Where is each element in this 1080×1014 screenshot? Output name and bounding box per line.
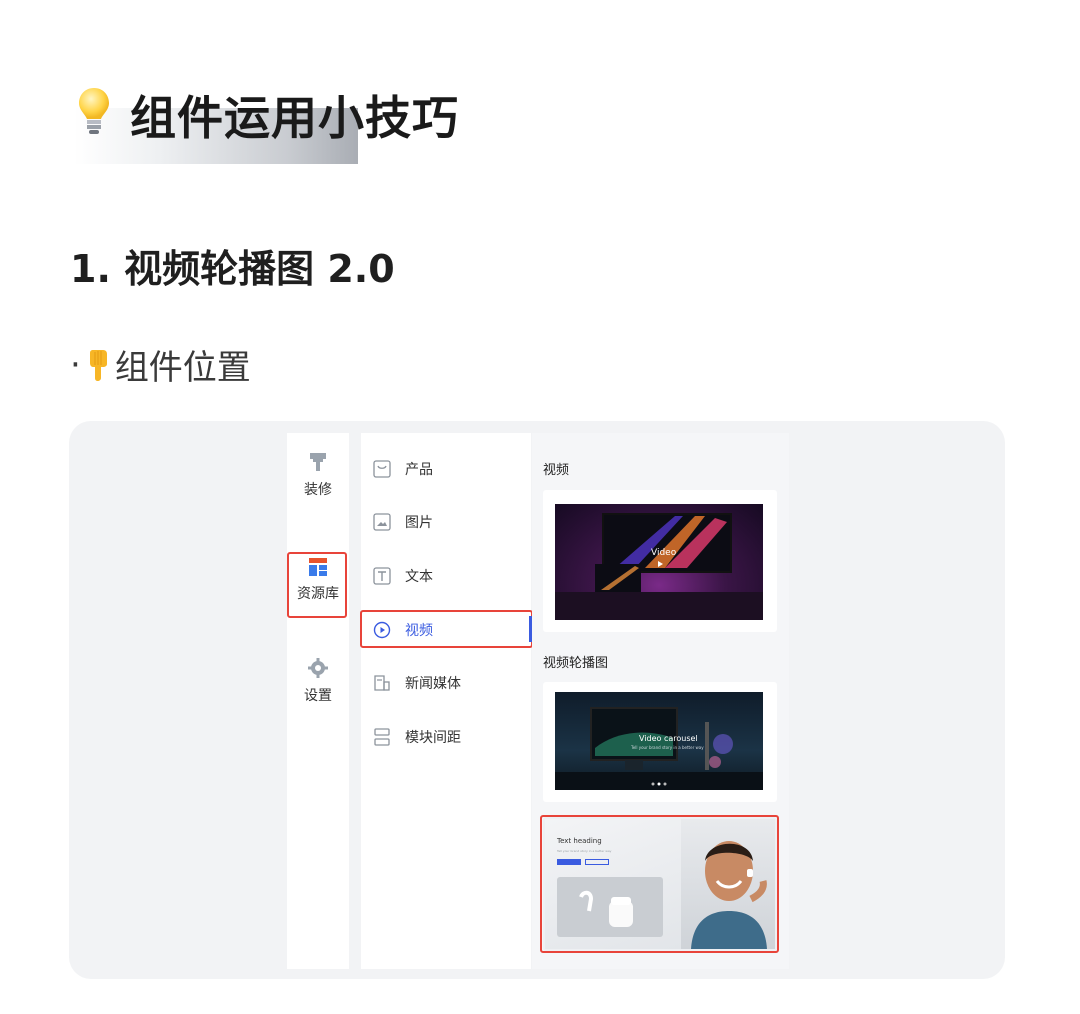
- video-carousel-card[interactable]: Video carousel Tell your brand story in …: [543, 682, 777, 802]
- product-icon: [373, 460, 391, 478]
- rail-label: 设置: [304, 688, 332, 704]
- bullet-line: · 组件位置: [70, 340, 251, 389]
- carousel-variant-highlight-box: [540, 815, 779, 953]
- spacing-icon: [374, 728, 390, 746]
- gear-icon: [308, 658, 328, 678]
- page-title: 组件运用小技巧: [130, 91, 459, 145]
- menu-label: 产品: [405, 462, 433, 478]
- component-menu: 产品 图片 文本 视频 新闻媒体 模块间距: [361, 433, 531, 969]
- left-rail: 装修 资源库 设置: [287, 433, 349, 969]
- video-caption: Video: [651, 548, 677, 558]
- lightbulb-icon: [79, 88, 109, 134]
- section-label-video: 视频: [543, 463, 570, 478]
- menu-item-text[interactable]: 文本: [373, 564, 433, 588]
- library-highlight-box: [287, 552, 347, 618]
- pointing-down-hand-icon: [89, 349, 107, 381]
- carousel-subcaption: Tell your brand story in a better way: [631, 745, 704, 750]
- menu-item-image[interactable]: 图片: [373, 510, 433, 534]
- rail-item-decorate[interactable]: 装修: [287, 451, 349, 499]
- image-icon: [373, 513, 391, 531]
- menu-label: 模块间距: [405, 730, 461, 746]
- bullet-text: 组件位置: [114, 348, 251, 388]
- video-card[interactable]: Video: [543, 490, 777, 632]
- section-label-carousel: 视频轮播图: [543, 656, 609, 671]
- video-highlight-box: [360, 610, 533, 648]
- rail-label: 装修: [304, 482, 332, 498]
- carousel-thumbnail: Video carousel Tell your brand story in …: [555, 692, 763, 790]
- menu-item-news[interactable]: 新闻媒体: [373, 671, 461, 695]
- video-thumbnail: Video: [555, 504, 763, 620]
- paint-roller-icon: [310, 453, 326, 471]
- text-icon: [373, 567, 391, 585]
- menu-item-product[interactable]: 产品: [373, 457, 433, 481]
- menu-label: 文本: [405, 569, 433, 585]
- monitor-illustration: [555, 513, 763, 620]
- news-icon: [374, 675, 390, 691]
- rail-item-settings[interactable]: 设置: [287, 657, 349, 705]
- page-title-block: 组件运用小技巧: [74, 78, 494, 168]
- menu-label: 图片: [405, 515, 433, 531]
- menu-item-spacing[interactable]: 模块间距: [373, 725, 461, 749]
- carousel-caption: Video carousel: [639, 734, 698, 743]
- section-heading: 1. 视频轮播图 2.0: [70, 247, 395, 291]
- menu-label: 新闻媒体: [405, 676, 461, 692]
- bullet-dot: ·: [70, 344, 81, 385]
